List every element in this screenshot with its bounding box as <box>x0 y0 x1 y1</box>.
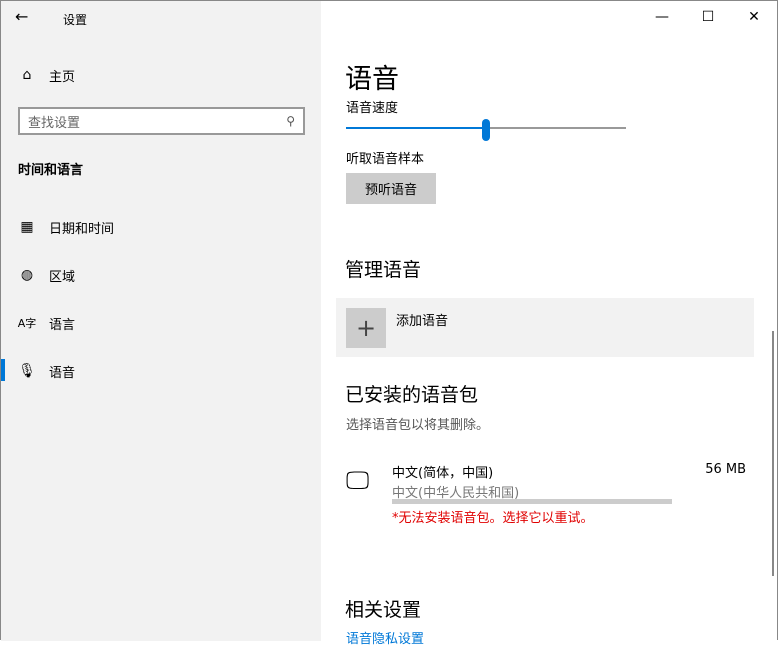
speed-slider[interactable] <box>346 119 626 141</box>
search-input[interactable]: 查找设置 ⚲ <box>18 107 305 135</box>
sidebar-item-home[interactable]: ⌂ 主页 <box>1 55 321 95</box>
sidebar-item-speech[interactable]: 🎙︎ 语音 <box>1 351 321 391</box>
speech-privacy-link[interactable]: 语音隐私设置 <box>346 628 424 647</box>
install-progress-bar <box>392 499 672 504</box>
calendar-clock-icon: ▦ <box>20 219 34 235</box>
minimize-button[interactable]: — <box>639 1 685 33</box>
maximize-button[interactable]: ☐ <box>685 1 731 33</box>
search-icon: ⚲ <box>286 114 295 128</box>
sidebar: ← 设置 ⌂ 主页 查找设置 ⚲ 时间和语言 ▦ 日期和时间 ◍ 区域 A字 语… <box>1 1 321 641</box>
installed-hint: 选择语音包以将其删除。 <box>346 418 490 433</box>
installed-heading: 已安装的语音包 <box>345 384 479 406</box>
language-icon: A字 <box>17 317 37 330</box>
plus-icon: + <box>346 308 386 348</box>
slider-thumb[interactable] <box>482 119 490 141</box>
window-title: 设置 <box>63 13 88 27</box>
sidebar-item-language[interactable]: A字 语言 <box>1 303 321 343</box>
globe-icon: ◍ <box>20 267 34 283</box>
home-icon: ⌂ <box>22 67 32 83</box>
related-heading: 相关设置 <box>345 599 422 621</box>
voice-pack-item[interactable]: 🖵 中文(简体，中国) 中文(中华人民共和国) 56 MB *无法安装语音包。选… <box>336 456 754 531</box>
speed-label: 语音速度 <box>346 101 399 116</box>
pack-error: *无法安装语音包。选择它以重试。 <box>392 511 594 526</box>
sample-label: 听取语音样本 <box>346 152 425 167</box>
preview-button[interactable]: 预听语音 <box>346 173 436 204</box>
section-title: 时间和语言 <box>18 163 84 178</box>
sidebar-item-region[interactable]: ◍ 区域 <box>1 255 321 295</box>
manage-heading: 管理语音 <box>345 259 422 281</box>
sidebar-item-date-time[interactable]: ▦ 日期和时间 <box>1 207 321 247</box>
pack-name: 中文(简体，中国) <box>392 466 494 481</box>
main-content: — ☐ ✕ 语音 语音速度 听取语音样本 预听语音 管理语音 + 添加语音 已安… <box>321 1 777 647</box>
add-voice-label: 添加语音 <box>396 314 449 329</box>
scrollbar[interactable] <box>772 331 774 576</box>
microphone-icon: 🎙︎ <box>18 363 36 379</box>
pack-size: 56 MB <box>705 462 746 477</box>
add-voice-button[interactable]: + 添加语音 <box>336 298 754 357</box>
speech-monitor-icon: 🖵 <box>346 466 370 494</box>
back-icon[interactable]: ← <box>15 7 28 26</box>
close-button[interactable]: ✕ <box>731 1 777 33</box>
page-title: 语音 <box>345 64 399 95</box>
